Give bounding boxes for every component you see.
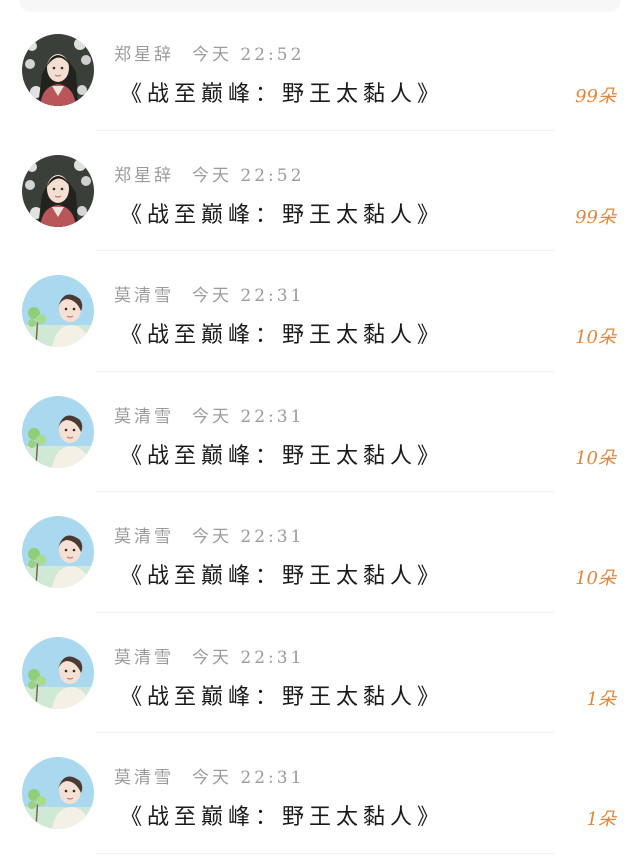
book-title[interactable]: 《战至巅峰：野王太黏人》	[120, 438, 444, 470]
list-item[interactable]: 莫清雪 今天 22:31 《战至巅峰：野王太黏人》 1朵	[0, 733, 640, 854]
record-time: 22:31	[240, 286, 305, 306]
record-meta: 莫清雪 今天 22:31	[114, 402, 304, 427]
sender-name[interactable]: 莫清雪	[114, 768, 174, 788]
record-time: 22:31	[240, 647, 305, 668]
record-meta: 莫清雪 今天 22:31	[114, 281, 304, 306]
flower-count: 1朵	[586, 809, 616, 830]
record-day: 今天	[192, 406, 232, 427]
avatar-dark-portrait-icon[interactable]	[22, 34, 94, 106]
record-time: 22:31	[240, 406, 305, 427]
avatar-dark-portrait-icon[interactable]	[22, 154, 94, 227]
record-meta: 郑星辞 今天 22:52	[114, 161, 304, 186]
flower-count: 1朵	[586, 688, 616, 710]
flower-count: 10朵	[575, 568, 616, 589]
sender-name[interactable]: 莫清雪	[114, 527, 174, 547]
record-time: 22:31	[240, 527, 305, 547]
record-day: 今天	[192, 647, 232, 668]
flower-count: 10朵	[575, 447, 616, 469]
record-day: 今天	[192, 45, 232, 65]
record-meta: 莫清雪 今天 22:31	[114, 522, 304, 547]
gift-record-list: 郑星辞 今天 22:52 《战至巅峰：野王太黏人》 99朵 郑星辞 今天 22:…	[0, 10, 640, 854]
list-item[interactable]: 郑星辞 今天 22:52 《战至巅峰：野王太黏人》 99朵	[0, 10, 640, 131]
record-day: 今天	[192, 286, 232, 306]
book-title[interactable]: 《战至巅峰：野王太黏人》	[120, 558, 444, 590]
avatar-sky-portrait-icon[interactable]	[22, 516, 94, 588]
sender-name[interactable]: 郑星辞	[114, 45, 174, 65]
record-time: 22:52	[240, 45, 305, 65]
sender-name[interactable]: 莫清雪	[114, 648, 174, 668]
record-day: 今天	[192, 165, 232, 186]
book-title[interactable]: 《战至巅峰：野王太黏人》	[120, 76, 444, 108]
record-meta: 莫清雪 今天 22:31	[114, 643, 304, 668]
avatar-sky-portrait-icon[interactable]	[22, 275, 94, 347]
flower-count: 99朵	[575, 206, 616, 228]
list-item[interactable]: 莫清雪 今天 22:31 《战至巅峰：野王太黏人》 10朵	[0, 372, 640, 493]
flower-count: 99朵	[575, 86, 616, 107]
list-item[interactable]: 郑星辞 今天 22:52 《战至巅峰：野王太黏人》 99朵	[0, 131, 640, 252]
avatar-sky-portrait-icon[interactable]	[22, 395, 94, 468]
list-item[interactable]: 莫清雪 今天 22:31 《战至巅峰：野王太黏人》 10朵	[0, 251, 640, 372]
previous-card-edge	[20, 0, 620, 10]
sender-name[interactable]: 莫清雪	[114, 286, 174, 306]
sender-name[interactable]: 莫清雪	[114, 407, 174, 427]
avatar-sky-portrait-icon[interactable]	[22, 757, 94, 829]
record-day: 今天	[192, 527, 232, 547]
book-title[interactable]: 《战至巅峰：野王太黏人》	[120, 317, 444, 349]
book-title[interactable]: 《战至巅峰：野王太黏人》	[120, 799, 444, 831]
list-item[interactable]: 莫清雪 今天 22:31 《战至巅峰：野王太黏人》 1朵	[0, 613, 640, 734]
sender-name[interactable]: 郑星辞	[114, 166, 174, 186]
list-item[interactable]: 莫清雪 今天 22:31 《战至巅峰：野王太黏人》 10朵	[0, 492, 640, 613]
record-day: 今天	[192, 768, 232, 788]
book-title[interactable]: 《战至巅峰：野王太黏人》	[120, 197, 444, 229]
avatar-sky-portrait-icon[interactable]	[22, 636, 94, 709]
record-meta: 郑星辞 今天 22:52	[114, 40, 304, 65]
book-title[interactable]: 《战至巅峰：野王太黏人》	[120, 679, 444, 711]
record-time: 22:31	[240, 768, 305, 788]
record-meta: 莫清雪 今天 22:31	[114, 763, 304, 788]
flower-count: 10朵	[575, 327, 616, 348]
record-time: 22:52	[240, 165, 305, 186]
